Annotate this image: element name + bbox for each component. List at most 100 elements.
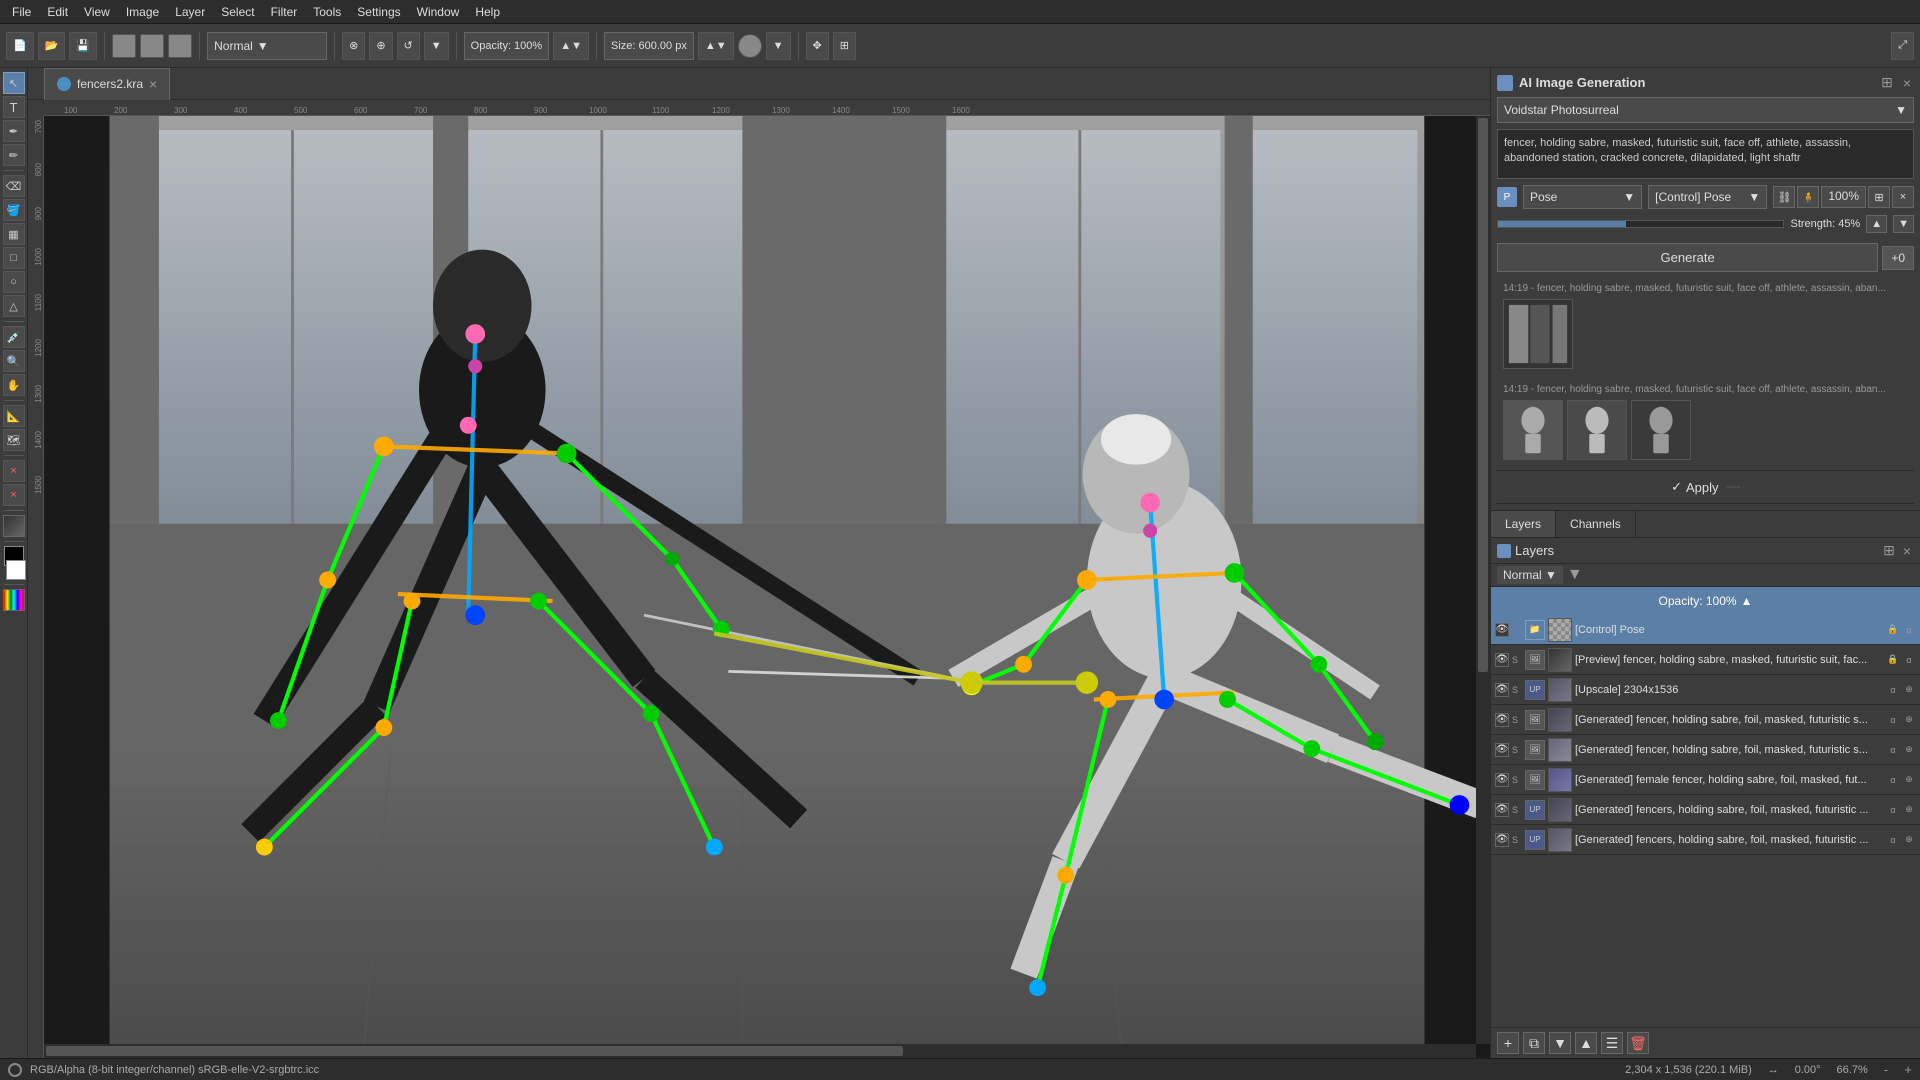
layer-act-6[interactable]: ⊕	[1902, 803, 1916, 817]
tool-fill[interactable]: 🪣	[3, 199, 25, 221]
color-selector-btn[interactable]	[3, 589, 25, 611]
strength-up-btn[interactable]: ▲	[1866, 215, 1887, 233]
generate-plus-btn[interactable]: +0	[1882, 246, 1914, 270]
layer-alpha-0[interactable]: α	[1902, 623, 1916, 637]
layer-act-7[interactable]: ⊕	[1902, 833, 1916, 847]
size-input[interactable]: Size: 600.00 px	[604, 32, 694, 60]
scrollbar-horizontal[interactable]	[44, 1044, 1476, 1058]
layer-item-6[interactable]: 👁 S UP [Generated] fencers, holding sabr…	[1491, 795, 1920, 825]
ai-panel-close-btn[interactable]: ×	[1900, 74, 1914, 91]
canvas-scroll-area[interactable]	[44, 116, 1490, 1058]
erase-btn[interactable]: ⊗	[342, 32, 365, 60]
layer-act-3[interactable]: ⊕	[1902, 713, 1916, 727]
menu-settings[interactable]: Settings	[349, 3, 408, 21]
size-arrows-btn[interactable]: ▲▼	[698, 32, 734, 60]
tool-freehand[interactable]: ✏	[3, 144, 25, 166]
brush-options-btn[interactable]	[168, 34, 192, 58]
pose-expand-btn[interactable]: ⊞	[1868, 186, 1890, 208]
layers-filter-btn[interactable]: ▼	[1563, 566, 1587, 584]
layer-alpha-6[interactable]: α	[1886, 803, 1900, 817]
layers-blend-mode-btn[interactable]: Normal ▼	[1497, 566, 1563, 584]
tool-text[interactable]: T	[3, 96, 25, 118]
layer-vis-2[interactable]: 👁	[1495, 683, 1509, 697]
layer-vis-0[interactable]: 👁	[1495, 623, 1509, 637]
blend-mode-dropdown[interactable]: Normal ▼	[207, 32, 327, 60]
tool-calligraphy[interactable]: ✒	[3, 120, 25, 142]
layer-alpha-5[interactable]: α	[1886, 773, 1900, 787]
menu-help[interactable]: Help	[467, 3, 508, 21]
generated-thumb-bw[interactable]	[1503, 299, 1573, 369]
scrollbar-h-thumb[interactable]	[46, 1046, 903, 1056]
layer-vis-4[interactable]: 👁	[1495, 743, 1509, 757]
tool-polygon[interactable]: △	[3, 295, 25, 317]
menu-filter[interactable]: Filter	[263, 3, 306, 21]
menu-image[interactable]: Image	[118, 3, 167, 21]
ai-panel-expand-btn[interactable]: ⊞	[1878, 74, 1896, 91]
apply-btn[interactable]: ✓ Apply	[1671, 479, 1718, 495]
size-brush-btn[interactable]	[738, 34, 762, 58]
anchor-btn[interactable]: ⊞	[833, 32, 856, 60]
layer-lock-1[interactable]: 🔒	[1886, 653, 1900, 667]
move-tool-btn[interactable]: ✥	[806, 32, 829, 60]
add-layer-btn[interactable]: +	[1497, 1032, 1519, 1054]
layer-alpha-4[interactable]: α	[1886, 743, 1900, 757]
size-more-btn[interactable]: ▼	[766, 32, 791, 60]
menu-view[interactable]: View	[76, 3, 118, 21]
layer-item-0[interactable]: 👁 📁 [Control] Pose 🔒 α	[1491, 615, 1920, 645]
generated-thumb-3[interactable]	[1631, 400, 1691, 460]
canvas-preview-thumb[interactable]	[3, 515, 25, 537]
layer-item-3[interactable]: 👁 S 🖼 [Generated] fencer, holding sabre,…	[1491, 705, 1920, 735]
tab-channels[interactable]: Channels	[1556, 511, 1636, 537]
reset-btn[interactable]: ↺	[397, 32, 420, 60]
zoom-out-btn[interactable]: -	[1884, 1062, 1888, 1077]
layer-vis-7[interactable]: 👁	[1495, 833, 1509, 847]
layer-item-7[interactable]: 👁 S UP [Generated] fencers, holding sabr…	[1491, 825, 1920, 855]
canvas-tab-fencers[interactable]: fencers2.kra ×	[44, 68, 170, 100]
layer-item-1[interactable]: 👁 S 🖼 [Preview] fencer, holding sabre, m…	[1491, 645, 1920, 675]
menu-file[interactable]: File	[4, 3, 39, 21]
pose-type-dropdown[interactable]: Pose ▼	[1523, 185, 1642, 209]
tab-layers[interactable]: Layers	[1491, 511, 1556, 537]
tool-close-2[interactable]: ×	[3, 484, 25, 506]
menu-edit[interactable]: Edit	[39, 3, 76, 21]
layer-alpha-7[interactable]: α	[1886, 833, 1900, 847]
layer-alpha-1[interactable]: α	[1902, 653, 1916, 667]
layer-vis-3[interactable]: 👁	[1495, 713, 1509, 727]
layer-vis-6[interactable]: 👁	[1495, 803, 1509, 817]
tool-transform[interactable]: ↖	[3, 72, 25, 94]
copy-layer-btn[interactable]: ⧉	[1523, 1032, 1545, 1054]
strength-down-btn[interactable]: ▼	[1893, 215, 1914, 233]
layer-item-4[interactable]: 👁 S 🖼 [Generated] fencer, holding sabre,…	[1491, 735, 1920, 765]
generated-thumb-2[interactable]	[1567, 400, 1627, 460]
background-color-swatch[interactable]	[6, 560, 26, 580]
tool-rect[interactable]: □	[3, 247, 25, 269]
tool-eraser[interactable]: ⌫	[3, 175, 25, 197]
open-file-btn[interactable]: 📂	[38, 32, 66, 60]
pose-close-btn[interactable]: ×	[1892, 186, 1914, 208]
expand-window-btn[interactable]: ⤢	[1891, 32, 1914, 60]
generated-thumb-1[interactable]	[1503, 400, 1563, 460]
fill-btn[interactable]: ⊕	[369, 32, 392, 60]
layer-act-2[interactable]: ⊕	[1902, 683, 1916, 697]
layers-maximize-btn[interactable]: ⊞	[1880, 542, 1898, 559]
layers-opacity-up-btn[interactable]: ▲	[1741, 594, 1753, 608]
new-file-btn[interactable]: 📄	[6, 32, 34, 60]
scrollbar-vertical[interactable]	[1476, 116, 1490, 1044]
tool-gradient[interactable]: ▦	[3, 223, 25, 245]
save-file-btn[interactable]: 💾	[69, 32, 97, 60]
brush-preset-btn[interactable]	[112, 34, 136, 58]
zoom-in-btn[interactable]: +	[1904, 1062, 1912, 1077]
layer-item-2[interactable]: 👁 S UP [Upscale] 2304x1536 α ⊕	[1491, 675, 1920, 705]
menu-select[interactable]: Select	[213, 3, 262, 21]
tool-ellipse[interactable]: ○	[3, 271, 25, 293]
tool-pan[interactable]: ✋	[3, 374, 25, 396]
layer-item-5[interactable]: 👁 S 🖼 [Generated] female fencer, holding…	[1491, 765, 1920, 795]
tool-zoom[interactable]: 🔍	[3, 350, 25, 372]
menu-layer[interactable]: Layer	[167, 3, 213, 21]
reset-more-btn[interactable]: ▼	[424, 32, 449, 60]
delete-layer-btn[interactable]: 🗑	[1627, 1032, 1649, 1054]
pose-link-btn[interactable]: ⛓	[1773, 186, 1795, 208]
menu-window[interactable]: Window	[409, 3, 468, 21]
layer-lock-0[interactable]: 🔒	[1886, 623, 1900, 637]
tool-measure[interactable]: 📐	[3, 405, 25, 427]
